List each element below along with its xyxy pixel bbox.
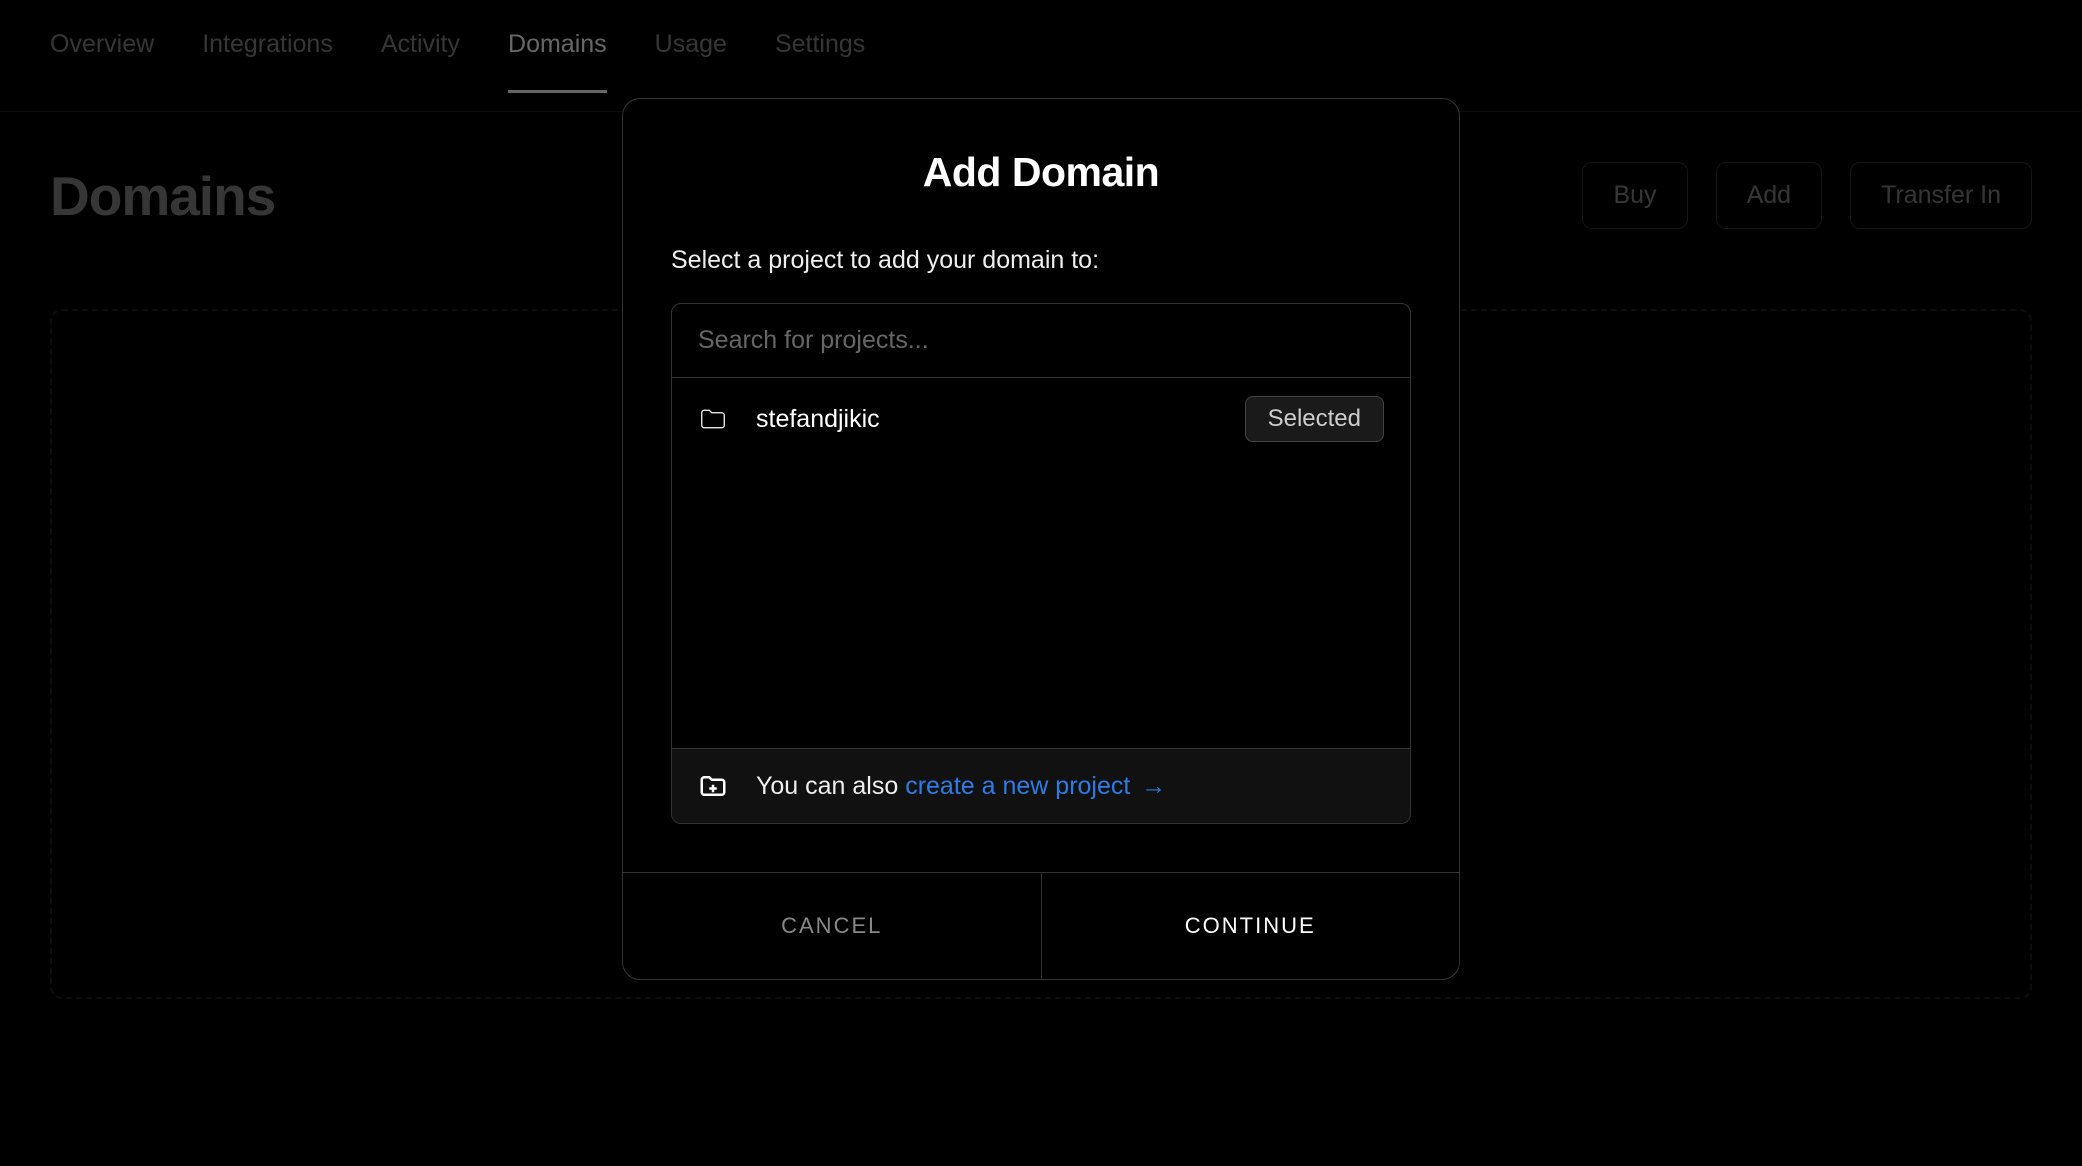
folder-icon bbox=[698, 404, 728, 434]
continue-button[interactable]: CONTINUE bbox=[1042, 873, 1460, 979]
create-new-project-link[interactable]: create a new project bbox=[905, 772, 1130, 800]
modal-footer: CANCEL CONTINUE bbox=[623, 872, 1459, 979]
project-search-input[interactable] bbox=[672, 304, 1410, 378]
project-name: stefandjikic bbox=[756, 405, 1245, 434]
project-item[interactable]: stefandjikic Selected bbox=[672, 378, 1410, 460]
selected-badge: Selected bbox=[1245, 396, 1384, 442]
new-project-text: You can also create a new project → bbox=[756, 772, 1166, 801]
cancel-button[interactable]: CANCEL bbox=[623, 873, 1042, 979]
new-project-bar: You can also create a new project → bbox=[672, 748, 1410, 823]
modal-overlay[interactable]: Add Domain Select a project to add your … bbox=[0, 0, 2082, 1166]
modal-prompt: Select a project to add your domain to: bbox=[671, 246, 1411, 275]
modal-title: Add Domain bbox=[623, 99, 1459, 226]
modal-body: Select a project to add your domain to: … bbox=[623, 226, 1459, 872]
folder-plus-icon bbox=[698, 771, 728, 801]
new-project-prefix: You can also bbox=[756, 772, 905, 800]
arrow-right-icon: → bbox=[1134, 772, 1166, 800]
add-domain-modal: Add Domain Select a project to add your … bbox=[622, 98, 1460, 980]
project-list: stefandjikic Selected bbox=[672, 378, 1410, 748]
project-panel: stefandjikic Selected You can also creat… bbox=[671, 303, 1411, 824]
